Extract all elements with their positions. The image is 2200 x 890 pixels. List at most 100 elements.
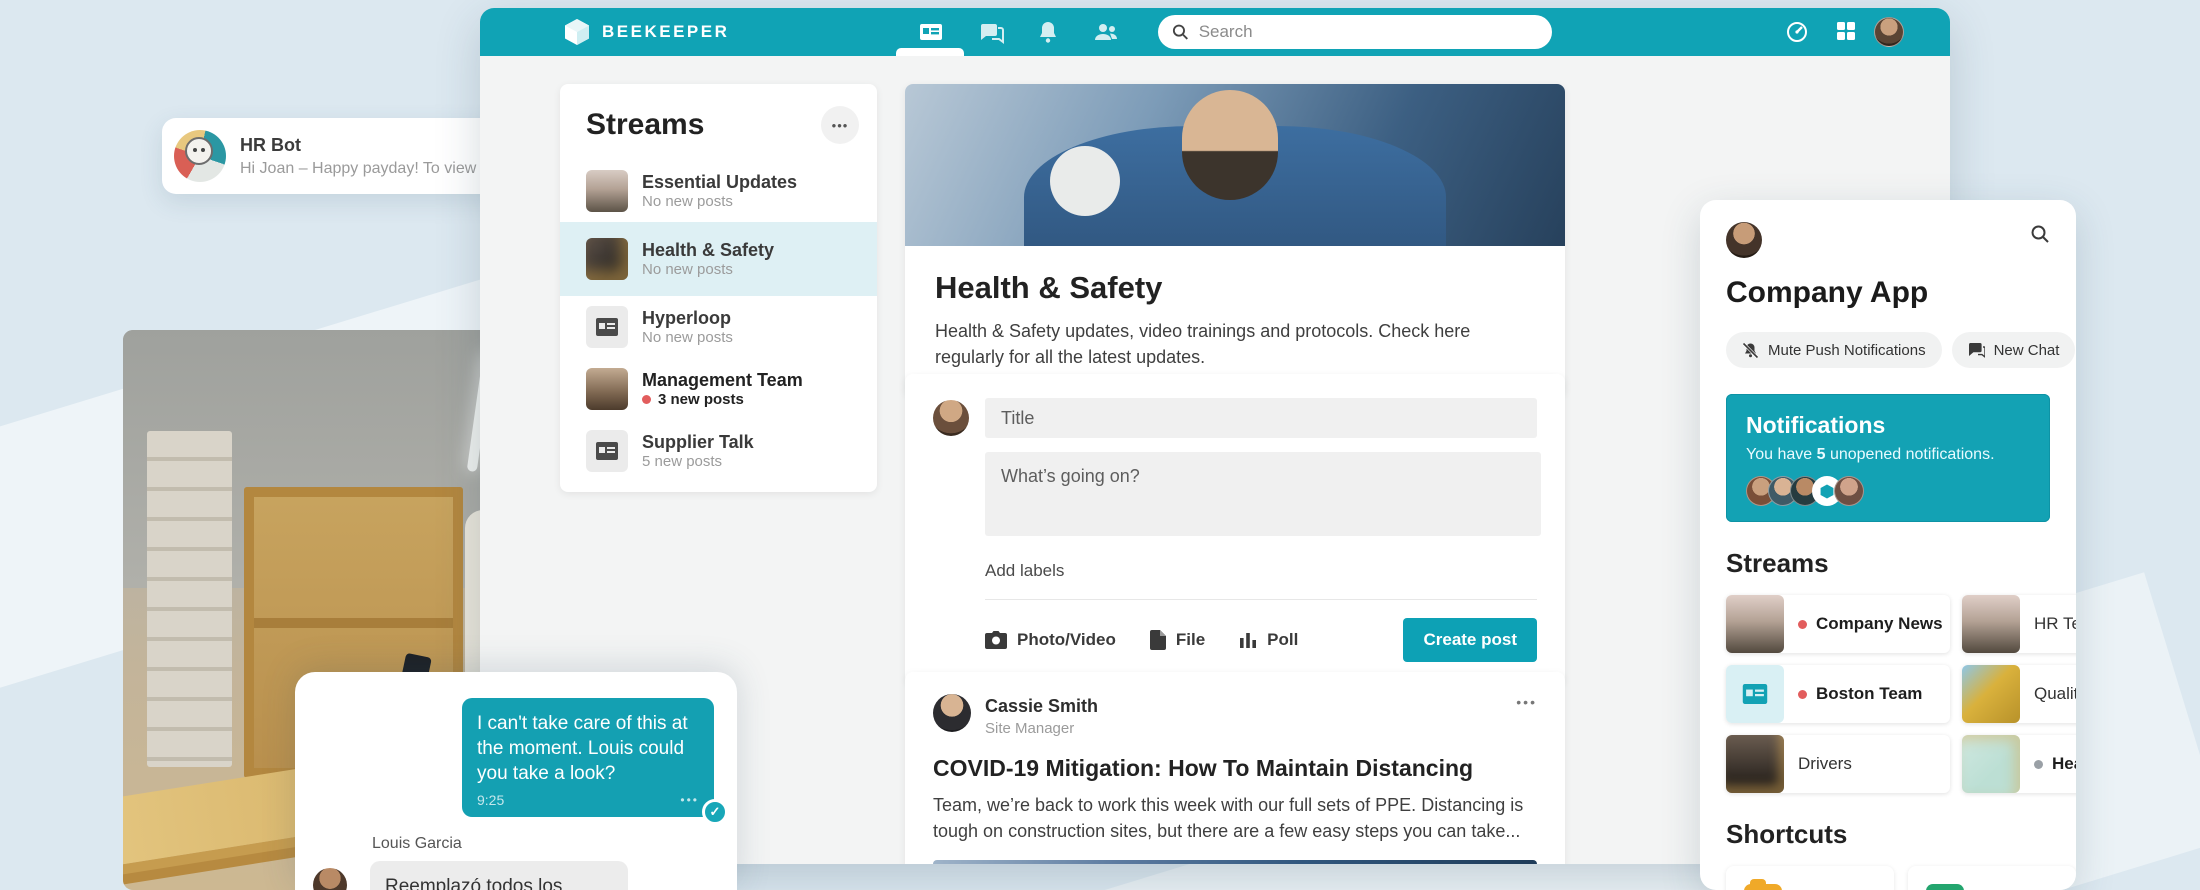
- search-bar[interactable]: [1158, 15, 1552, 49]
- post-title-input[interactable]: [985, 398, 1537, 438]
- panel-streams-title: Streams: [1726, 548, 2076, 579]
- stream-card-icon: [1742, 684, 1768, 704]
- post-author-name: Cassie Smith: [985, 696, 1098, 717]
- panel-streams-grid: Company News HR Team Boston Team Quality…: [1726, 595, 2076, 793]
- panel-user-avatar[interactable]: [1726, 222, 1762, 258]
- poll-button[interactable]: Poll: [1239, 630, 1298, 650]
- feed: Health & Safety Health & Safety updates,…: [905, 84, 1565, 396]
- stream-tile-quality[interactable]: Quality: [1962, 665, 2076, 723]
- hr-bot-message: Hi Joan – Happy payday! To view your m: [240, 160, 500, 178]
- stream-tile-health-safety[interactable]: Health & Safety: [1962, 735, 2076, 793]
- shortcuts: Document Library Best Practices: [1726, 866, 2076, 890]
- hr-bot-title: HR Bot: [240, 135, 500, 156]
- post-composer: Add labels Photo/Video File Poll: [905, 374, 1565, 684]
- file-icon: [1150, 630, 1166, 650]
- avatar: [1834, 476, 1864, 506]
- stream-item-hyperloop[interactable]: Hyperloop No new posts: [560, 296, 877, 358]
- panel-title: Company App: [1726, 276, 2076, 310]
- muted-dot: [2034, 760, 2043, 769]
- shortcut-document-library[interactable]: Document Library: [1726, 866, 1894, 890]
- stream-title: Management Team: [642, 370, 803, 390]
- stream-thumbnail-placeholder: [586, 430, 628, 472]
- best-practices-icon: [1926, 884, 1964, 890]
- stream-thumbnail: [586, 368, 628, 410]
- stream-tile-image: [1962, 665, 2020, 723]
- stream-tile-drivers[interactable]: Drivers: [1726, 735, 1950, 793]
- add-labels-button[interactable]: Add labels: [985, 561, 1537, 581]
- mute-push-notifications-button[interactable]: Mute Push Notifications: [1726, 332, 1942, 368]
- stream-item-essential-updates[interactable]: Essential Updates No new posts: [560, 160, 877, 222]
- panel-search-icon[interactable]: [2030, 224, 2050, 249]
- stream-subtitle: No new posts: [642, 261, 774, 278]
- stream-thumbnail-placeholder: [586, 306, 628, 348]
- stream-description: Health & Safety updates, video trainings…: [935, 318, 1535, 370]
- chat-sender-avatar: [313, 868, 347, 890]
- message-text: Reemplazó todos los fusibles rotos con n…: [385, 874, 613, 890]
- company-app-panel: Company App Mute Push Notifications New …: [1700, 200, 2076, 890]
- stream-tile-image: [1962, 595, 2020, 653]
- stream-item-health-safety[interactable]: Health & Safety No new posts: [560, 222, 877, 296]
- brand[interactable]: BEEKEEPER: [564, 18, 729, 46]
- stream-tile-image: [1962, 735, 2020, 793]
- notifications-tab-icon[interactable]: [1036, 20, 1062, 44]
- stream-subtitle: No new posts: [642, 193, 797, 210]
- stream-card-icon: [596, 442, 618, 460]
- streams-tab-icon[interactable]: [918, 20, 944, 44]
- panel-shortcuts-title: Shortcuts: [1726, 819, 2076, 850]
- stream-title: Hyperloop: [642, 308, 731, 328]
- message-menu-button[interactable]: •••: [680, 793, 699, 807]
- post-body: Team, we’re back to work this week with …: [933, 792, 1537, 844]
- beekeeper-logo-icon: [564, 18, 590, 46]
- unread-dot: [1798, 620, 1807, 629]
- stream-subtitle: No new posts: [642, 329, 733, 346]
- poll-icon: [1239, 631, 1257, 649]
- stream-title: Essential Updates: [642, 172, 797, 192]
- stream-thumbnail: [586, 238, 628, 280]
- hr-bot-toast[interactable]: HR Bot Hi Joan – Happy payday! To view y…: [162, 118, 514, 194]
- file-button[interactable]: File: [1150, 630, 1205, 650]
- post-menu-button[interactable]: •••: [1516, 694, 1537, 710]
- post-image: [933, 860, 1537, 864]
- composer-divider: [985, 599, 1537, 600]
- folder-icon: [1744, 884, 1782, 890]
- post-body-input[interactable]: [985, 452, 1541, 536]
- stream-subtitle: 3 new posts: [642, 391, 803, 408]
- apps-grid-icon[interactable]: [1835, 20, 1859, 44]
- post-title: COVID-19 Mitigation: How To Maintain Dis…: [933, 755, 1537, 782]
- message-time: 9:25: [477, 792, 504, 808]
- bell-slash-icon: [1742, 342, 1759, 359]
- outgoing-message-bubble[interactable]: I can't take care of this at the moment.…: [462, 698, 714, 817]
- message-text: I can't take care of this at the moment.…: [477, 711, 699, 786]
- notification-avatars: [1746, 476, 2030, 506]
- stream-cover-photo: [905, 84, 1565, 246]
- stream-tile-hr-team[interactable]: HR Team: [1962, 595, 2076, 653]
- stream-thumbnail: [586, 170, 628, 212]
- composer-avatar: [933, 400, 969, 436]
- people-tab-icon[interactable]: [1093, 20, 1119, 44]
- stream-item-supplier-talk[interactable]: Supplier Talk 5 new posts: [560, 420, 877, 482]
- stream-item-management-team[interactable]: Management Team 3 new posts: [560, 358, 877, 420]
- shortcut-best-practices[interactable]: Best Practices: [1908, 866, 2076, 890]
- chat-card: I can't take care of this at the moment.…: [295, 672, 737, 890]
- notifications-card[interactable]: Notifications You have 5 unopened notifi…: [1726, 394, 2050, 522]
- incoming-message-bubble[interactable]: Reemplazó todos los fusibles rotos con n…: [370, 861, 628, 890]
- dashboard-icon[interactable]: [1785, 20, 1809, 44]
- stream-tile-boston-team[interactable]: Boston Team: [1726, 665, 1950, 723]
- hr-bot-avatar: [174, 130, 226, 182]
- panel-actions: Mute Push Notifications New Chat: [1726, 332, 2076, 368]
- new-chat-button[interactable]: New Chat: [1952, 332, 2076, 368]
- search-icon: [1172, 23, 1189, 41]
- notifications-title: Notifications: [1746, 412, 2030, 439]
- app-header: BEEKEEPER: [480, 8, 1950, 56]
- stream-tile-company-news[interactable]: Company News: [1726, 595, 1950, 653]
- search-input[interactable]: [1199, 22, 1538, 42]
- stream-tile-image: [1726, 735, 1784, 793]
- feed-post[interactable]: Cassie Smith Site Manager ••• COVID-19 M…: [905, 672, 1565, 864]
- streams-menu-button[interactable]: •••: [821, 106, 859, 144]
- unread-dot: [1798, 690, 1807, 699]
- stream-tile-image: [1726, 595, 1784, 653]
- create-post-button[interactable]: Create post: [1403, 618, 1537, 662]
- photo-video-button[interactable]: Photo/Video: [985, 630, 1116, 650]
- user-avatar[interactable]: [1874, 17, 1904, 47]
- chats-tab-icon[interactable]: [978, 20, 1004, 44]
